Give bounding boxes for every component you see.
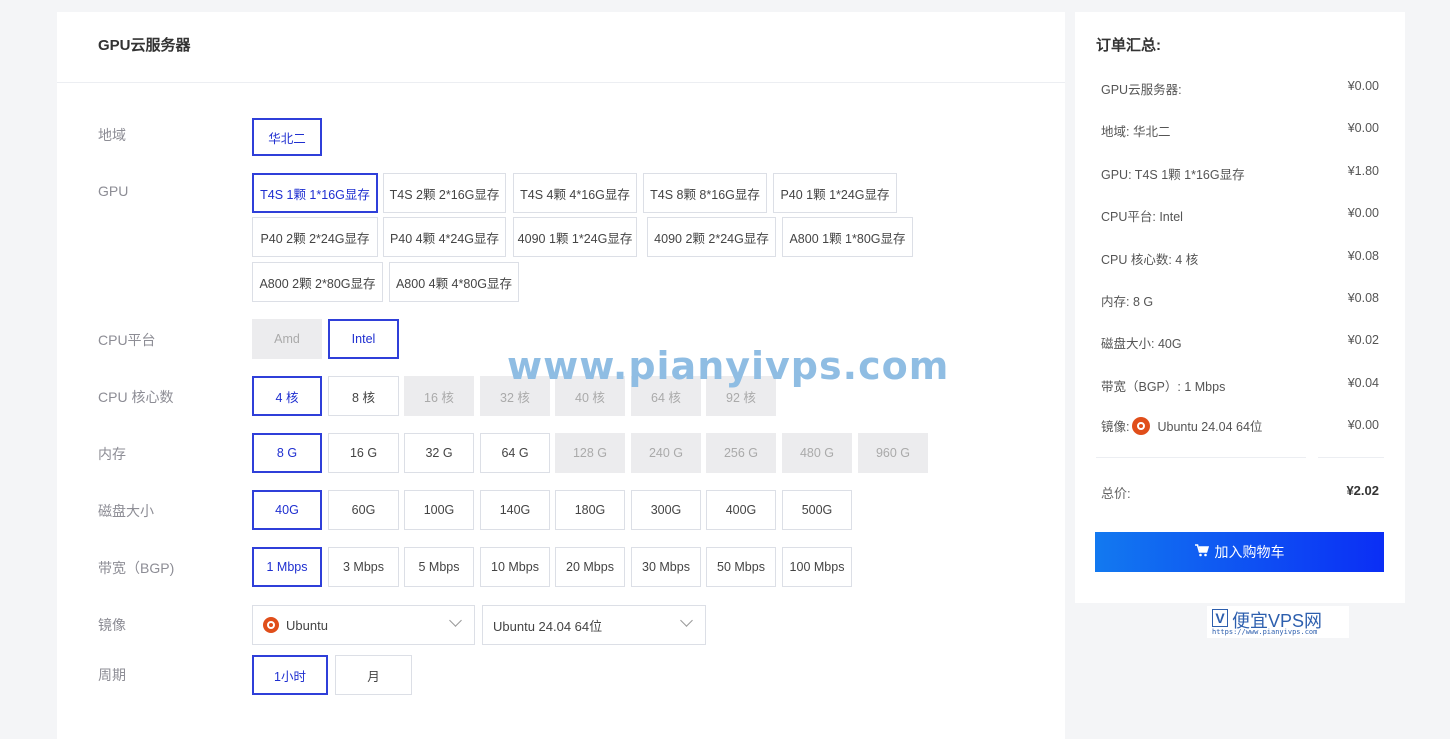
gpu-option[interactable]: T4S 2颗 2*16G显存 — [383, 173, 506, 213]
os-select[interactable]: Ubuntu — [252, 605, 475, 645]
summary-item-image: 镜像: Ubuntu 24.04 64位 — [1101, 416, 1262, 435]
period-label: 周期 — [98, 667, 126, 683]
cart-icon — [1194, 544, 1209, 560]
memory-option[interactable]: 16 G — [328, 433, 399, 473]
summary-item-label: 地域: 华北二 — [1101, 125, 1171, 139]
add-to-cart-button[interactable]: 加入购物车 — [1095, 532, 1384, 572]
bandwidth-option[interactable]: 20 Mbps — [555, 547, 625, 587]
disk-option[interactable]: 180G — [555, 490, 625, 530]
chevron-down-icon — [680, 614, 693, 627]
summary-item-price: ¥0.08 — [1347, 291, 1379, 305]
bandwidth-option[interactable]: 100 Mbps — [782, 547, 852, 587]
cpu-platform-label: CPU平台 — [98, 332, 156, 348]
summary-item-label: 磁盘大小: 40G — [1101, 337, 1182, 351]
summary-item-price: ¥0.08 — [1347, 249, 1379, 263]
page-title: GPU云服务器 — [98, 37, 191, 54]
watermark-logo: V 便宜VPS网 https://www.pianyivps.com — [1207, 606, 1349, 638]
bandwidth-label: 带宽（BGP) — [98, 560, 175, 576]
gpu-option[interactable]: T4S 4颗 4*16G显存 — [513, 173, 637, 213]
memory-option: 480 G — [782, 433, 852, 473]
os-version-select[interactable]: Ubuntu 24.04 64位 — [482, 605, 706, 645]
memory-option: 128 G — [555, 433, 625, 473]
bandwidth-option[interactable]: 5 Mbps — [404, 547, 474, 587]
gpu-option[interactable]: 4090 2颗 2*24G显存 — [647, 217, 776, 257]
order-summary-panel: 订单汇总: GPU云服务器: ¥0.00 地域: 华北二 ¥0.00 GPU: … — [1075, 12, 1405, 603]
memory-option: 240 G — [631, 433, 701, 473]
disk-option[interactable]: 40G — [252, 490, 322, 530]
memory-option: 960 G — [858, 433, 928, 473]
summary-item-label: 带宽（BGP）: 1 Mbps — [1101, 380, 1226, 394]
cpu-cores-label: CPU 核心数 — [98, 389, 174, 405]
cpu-platform-option[interactable]: Intel — [328, 319, 399, 359]
memory-option[interactable]: 32 G — [404, 433, 474, 473]
os-select-value: Ubuntu — [286, 617, 328, 633]
gpu-option[interactable]: T4S 1颗 1*16G显存 — [252, 173, 378, 213]
cpu-cores-option[interactable]: 8 核 — [328, 376, 399, 416]
divider — [1318, 457, 1384, 458]
gpu-option[interactable]: P40 2颗 2*24G显存 — [252, 217, 378, 257]
bandwidth-option[interactable]: 1 Mbps — [252, 547, 322, 587]
os-version-value: Ubuntu 24.04 64位 — [493, 618, 603, 634]
cpu-cores-option: 16 核 — [404, 376, 474, 416]
period-option[interactable]: 月 — [335, 655, 412, 695]
summary-item-price: ¥0.00 — [1347, 121, 1379, 135]
bandwidth-option[interactable]: 50 Mbps — [706, 547, 776, 587]
gpu-option[interactable]: P40 1颗 1*24G显存 — [773, 173, 897, 213]
cpu-platform-option: Amd — [252, 319, 322, 359]
period-option[interactable]: 1小时 — [252, 655, 328, 695]
memory-option[interactable]: 64 G — [480, 433, 550, 473]
divider — [1096, 457, 1306, 458]
summary-item-label: GPU: T4S 1颗 1*16G显存 — [1101, 168, 1245, 182]
disk-option[interactable]: 140G — [480, 490, 550, 530]
disk-option[interactable]: 500G — [782, 490, 852, 530]
total-label: 总价: — [1101, 486, 1131, 501]
cpu-cores-option[interactable]: 4 核 — [252, 376, 322, 416]
gpu-option[interactable]: 4090 1颗 1*24G显存 — [513, 217, 637, 257]
summary-item-label: CPU平台: Intel — [1101, 210, 1183, 224]
gpu-label: GPU — [98, 183, 129, 199]
disk-option[interactable]: 100G — [404, 490, 474, 530]
summary-item-label: CPU 核心数: 4 核 — [1101, 253, 1199, 267]
summary-item-price: ¥1.80 — [1347, 164, 1379, 178]
summary-item-label: 镜像: — [1101, 420, 1130, 434]
summary-item-label: 内存: 8 G — [1101, 295, 1154, 309]
region-option[interactable]: 华北二 — [252, 118, 322, 156]
memory-option[interactable]: 8 G — [252, 433, 322, 473]
summary-item-value: Ubuntu 24.04 64位 — [1157, 420, 1263, 434]
total-price: ¥2.02 — [1346, 483, 1379, 498]
summary-item-price: ¥0.04 — [1347, 376, 1379, 390]
gpu-option[interactable]: A800 4颗 4*80G显存 — [389, 262, 519, 302]
bandwidth-option[interactable]: 10 Mbps — [480, 547, 550, 587]
disk-option[interactable]: 400G — [706, 490, 776, 530]
summary-item-price: ¥0.00 — [1347, 206, 1379, 220]
watermark-text: www.pianyivps.com — [507, 344, 950, 388]
disk-option[interactable]: 300G — [631, 490, 701, 530]
add-to-cart-label: 加入购物车 — [1214, 544, 1285, 560]
memory-option: 256 G — [706, 433, 776, 473]
bandwidth-option[interactable]: 3 Mbps — [328, 547, 399, 587]
disk-option[interactable]: 60G — [328, 490, 399, 530]
ubuntu-icon — [263, 617, 279, 633]
summary-item-price: ¥0.02 — [1347, 333, 1379, 347]
logo-letter: V — [1212, 609, 1228, 627]
summary-item-label: GPU云服务器: — [1101, 83, 1182, 97]
gpu-option[interactable]: P40 4颗 4*24G显存 — [383, 217, 506, 257]
memory-label: 内存 — [98, 446, 126, 462]
summary-title: 订单汇总: — [1096, 37, 1161, 54]
ubuntu-icon — [1132, 416, 1151, 435]
summary-item-price: ¥0.00 — [1347, 79, 1379, 93]
gpu-option[interactable]: T4S 8颗 8*16G显存 — [643, 173, 767, 213]
summary-item-price: ¥0.00 — [1347, 418, 1379, 432]
disk-label: 磁盘大小 — [98, 503, 154, 519]
chevron-down-icon — [449, 614, 462, 627]
panel-header: GPU云服务器 — [57, 12, 1065, 83]
gpu-option[interactable]: A800 2颗 2*80G显存 — [252, 262, 383, 302]
bandwidth-option[interactable]: 30 Mbps — [631, 547, 701, 587]
logo-url: https://www.pianyivps.com — [1212, 628, 1318, 636]
region-label: 地域 — [98, 127, 126, 143]
image-label: 镜像 — [98, 617, 126, 633]
gpu-option[interactable]: A800 1颗 1*80G显存 — [782, 217, 913, 257]
